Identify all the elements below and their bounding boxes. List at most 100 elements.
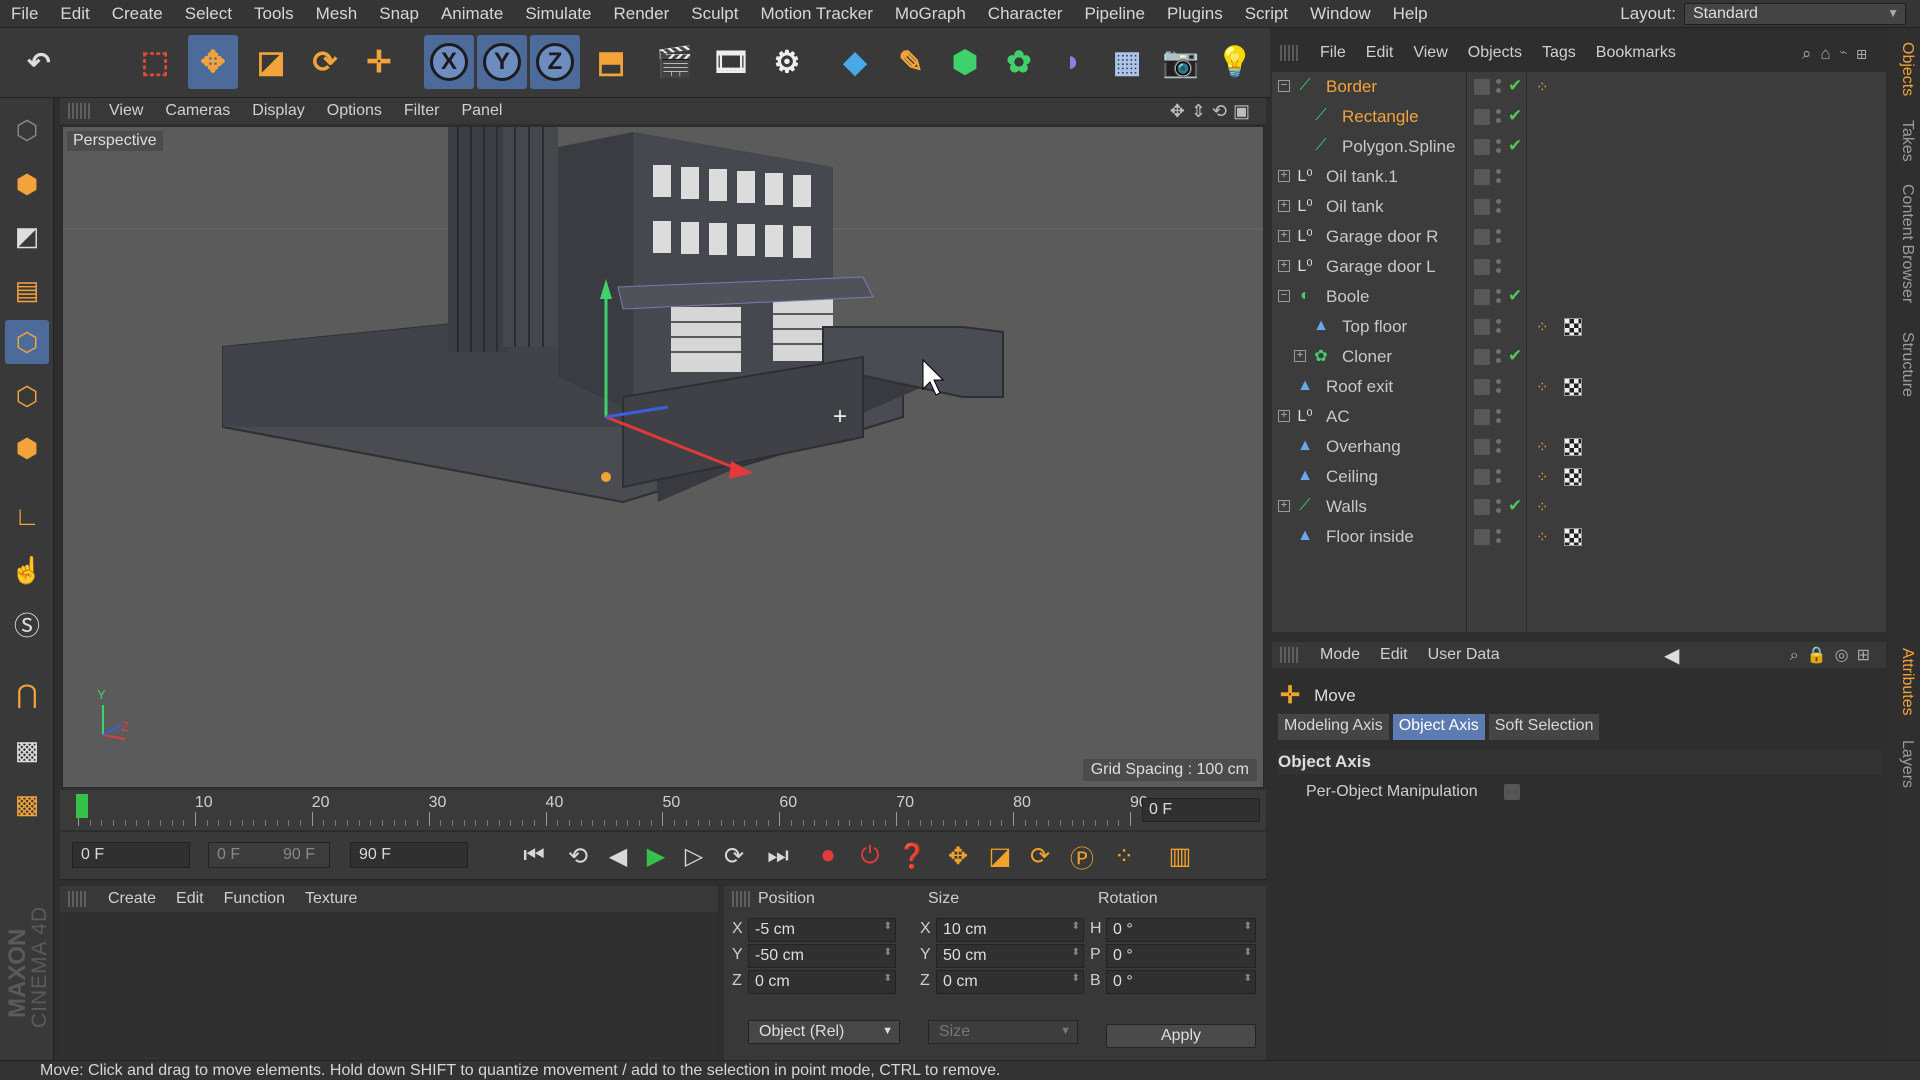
cloner-icon[interactable]: ✿ (994, 35, 1044, 89)
object-row[interactable]: + ✿ Cloner ✔ (1272, 342, 1886, 372)
vtab-takes[interactable]: Takes (1892, 120, 1916, 162)
make-editable-icon[interactable]: ⬡ (5, 108, 49, 152)
object-menu-bookmarks[interactable]: Bookmarks (1586, 44, 1686, 62)
visibility-dots-icon[interactable] (1496, 107, 1502, 127)
phong-tag-icon[interactable]: ⁘ (1536, 318, 1549, 336)
layer-color-icon[interactable] (1474, 349, 1490, 365)
object-name[interactable]: Roof exit (1326, 377, 1393, 397)
texture-mode-icon[interactable]: ◩ (5, 214, 49, 258)
material-tag-icon[interactable] (1564, 528, 1582, 546)
coordinate-mode-select[interactable]: Object (Rel) ▼ (748, 1020, 900, 1044)
viewport-menu-filter[interactable]: Filter (393, 102, 451, 120)
vtab-objects[interactable]: Objects (1892, 42, 1916, 96)
attribute-menu-edit[interactable]: Edit (1370, 646, 1418, 664)
tab-soft-selection[interactable]: Soft Selection (1488, 714, 1600, 740)
previous-key-icon[interactable]: ⟲ (560, 840, 596, 872)
viewport-navigation-icons[interactable]: ✥⇕⟲▣ (1170, 101, 1256, 122)
spinner-icon[interactable]: ⬍ (1072, 973, 1080, 984)
phong-tag-icon[interactable]: ⁘ (1536, 498, 1549, 516)
visibility-dots-icon[interactable] (1496, 377, 1502, 397)
workplane-lock-icon[interactable]: ▩ (5, 782, 49, 826)
back-arrow-icon[interactable]: ◀ (1664, 643, 1679, 668)
menu-simulate[interactable]: Simulate (514, 0, 602, 28)
expand-icon[interactable]: + (1278, 500, 1290, 512)
material-menu-texture[interactable]: Texture (295, 890, 367, 908)
visibility-dots-icon[interactable] (1496, 197, 1502, 217)
coordinate-system-icon[interactable]: ⬒ (586, 35, 636, 89)
tweak-icon[interactable]: ☝ (5, 548, 49, 592)
object-name[interactable]: Garage door R (1326, 227, 1438, 247)
render-picture-viewer-icon[interactable]: 🎞 (706, 35, 756, 89)
next-frame-icon[interactable]: ▷ (676, 840, 712, 872)
home-icon[interactable]: ⌂ (1820, 44, 1839, 63)
phong-tag-icon[interactable]: ⁘ (1536, 438, 1549, 456)
vtab-attributes[interactable]: Attributes (1892, 648, 1916, 716)
expand-icon[interactable]: + (1278, 170, 1290, 182)
cube-icon[interactable]: ◆ (830, 35, 880, 89)
material-menu-function[interactable]: Function (214, 890, 295, 908)
magnet-icon[interactable]: ⋂ (5, 672, 49, 716)
menu-mograph[interactable]: MoGraph (884, 0, 977, 28)
workplane-icon[interactable]: ▤ (5, 268, 49, 312)
object-name[interactable]: Boole (1326, 287, 1369, 307)
menu-window[interactable]: Window (1299, 0, 1381, 28)
attribute-tools[interactable]: ⌕🔒◎⊞ (1790, 645, 1878, 665)
render-settings-icon[interactable]: ⚙ (762, 35, 812, 89)
position-field[interactable]: -50 cm ⬍ (748, 944, 896, 968)
menu-plugins[interactable]: Plugins (1156, 0, 1234, 28)
layer-color-icon[interactable] (1474, 469, 1490, 485)
x-axis-lock-icon[interactable]: X (424, 35, 474, 89)
move-icon[interactable]: ✥ (188, 35, 238, 89)
object-row[interactable]: − ◐ Boole ✔ (1272, 282, 1886, 312)
panel-grip-icon[interactable] (68, 103, 90, 119)
object-name[interactable]: AC (1326, 407, 1350, 427)
object-row[interactable]: + L⁰ AC (1272, 402, 1886, 432)
scale-icon[interactable]: ◪ (246, 35, 296, 89)
points-mode-icon[interactable]: ⬡ (5, 320, 49, 364)
visibility-dots-icon[interactable] (1496, 407, 1502, 427)
expand-icon[interactable]: + (1278, 200, 1290, 212)
menu-snap[interactable]: Snap (368, 0, 430, 28)
material-area[interactable] (60, 912, 718, 1060)
object-menu-edit[interactable]: Edit (1356, 44, 1404, 62)
menu-sculpt[interactable]: Sculpt (680, 0, 749, 28)
layer-color-icon[interactable] (1474, 139, 1490, 155)
object-name[interactable]: Oil tank.1 (1326, 167, 1398, 187)
solo-icon[interactable]: Ⓢ (5, 602, 49, 646)
goto-start-icon[interactable]: ⏮ (516, 840, 552, 872)
panel-grip-icon[interactable] (1280, 647, 1300, 663)
expand-icon[interactable]: + (1278, 260, 1290, 272)
visibility-dots-icon[interactable] (1496, 317, 1502, 337)
visibility-dots-icon[interactable] (1496, 257, 1502, 277)
object-name[interactable]: Oil tank (1326, 197, 1384, 217)
object-row[interactable]: + L⁰ Oil tank.1 (1272, 162, 1886, 192)
object-name[interactable]: Ceiling (1326, 467, 1378, 487)
menu-help[interactable]: Help (1382, 0, 1439, 28)
polygons-mode-icon[interactable]: ⬢ (5, 426, 49, 470)
material-menu-edit[interactable]: Edit (166, 890, 214, 908)
axis-mode-icon[interactable]: ∟ (5, 494, 49, 538)
expand-icon[interactable]: + (1294, 350, 1306, 362)
phong-tag-icon[interactable]: ⁘ (1536, 528, 1549, 546)
search-icon[interactable]: ⌕ (1802, 44, 1821, 63)
rotation-field[interactable]: 0 ° ⬍ (1106, 944, 1256, 968)
vtab-content-browser[interactable]: Content Browser (1892, 184, 1916, 303)
spinner-icon[interactable]: ⬍ (1244, 947, 1252, 958)
menu-create[interactable]: Create (101, 0, 174, 28)
model-mode-icon[interactable]: ⬢ (5, 162, 49, 206)
viewport-menu-cameras[interactable]: Cameras (154, 102, 241, 120)
size-mode-select[interactable]: Size ▼ (928, 1020, 1078, 1044)
current-frame-field[interactable]: 0 F (1142, 798, 1260, 822)
deformer-icon[interactable]: ◗ (1048, 35, 1098, 89)
object-name[interactable]: Floor inside (1326, 527, 1414, 547)
object-name[interactable]: Border (1326, 77, 1377, 97)
object-name[interactable]: Overhang (1326, 437, 1401, 457)
material-tag-icon[interactable] (1564, 468, 1582, 486)
layout-select[interactable]: Standard ▼ (1684, 3, 1906, 25)
position-field[interactable]: 0 cm ⬍ (748, 970, 896, 994)
rotation-field[interactable]: 0 ° ⬍ (1106, 918, 1256, 942)
spinner-icon[interactable]: ⬍ (1072, 921, 1080, 932)
size-field[interactable]: 10 cm ⬍ (936, 918, 1084, 942)
frame-ruler[interactable]: 0102030405060708090 (78, 794, 1148, 826)
layer-color-icon[interactable] (1474, 319, 1490, 335)
